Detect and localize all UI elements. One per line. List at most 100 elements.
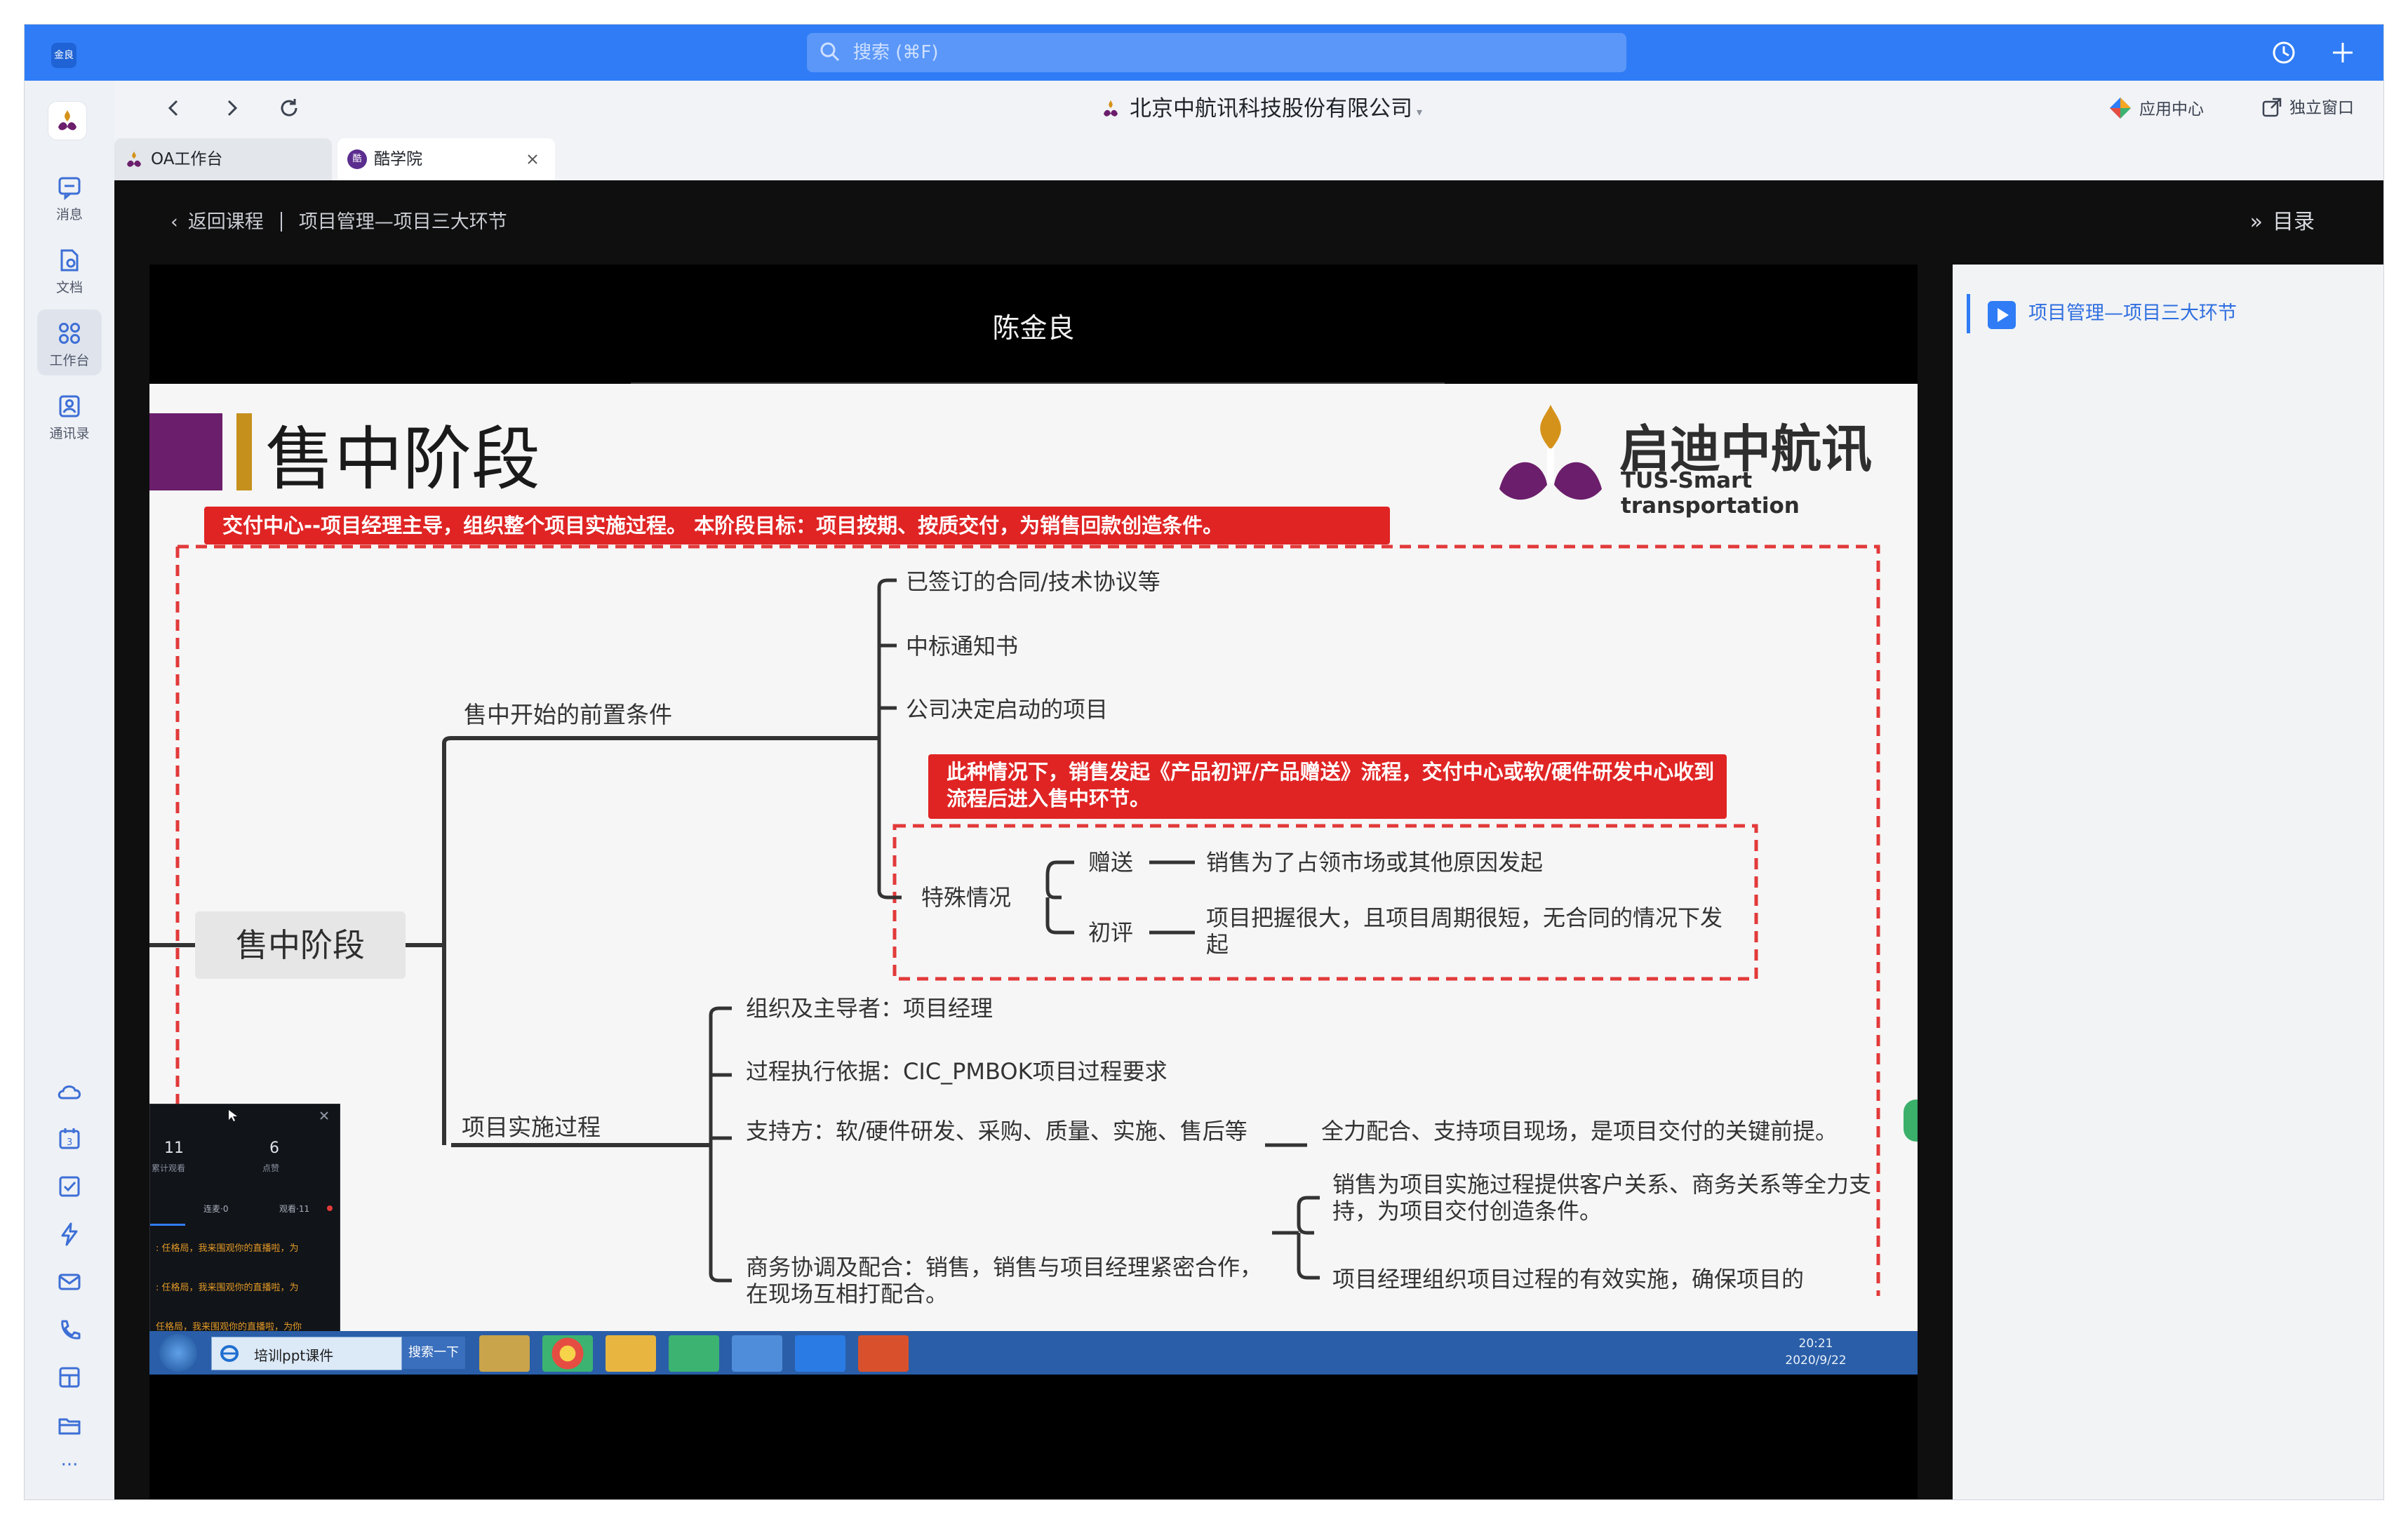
standalone-window-button[interactable]: 独立窗口 bbox=[2261, 96, 2354, 120]
history-icon[interactable] bbox=[2270, 39, 2298, 67]
viewer-count: 11 bbox=[164, 1139, 184, 1157]
taskbar-search-text: 培训ppt课件 bbox=[254, 1347, 334, 1364]
sidebar-item-label: 工作台 bbox=[49, 353, 90, 368]
special-item-desc: 销售为了占领市场或其他原因发起 bbox=[1206, 849, 1544, 876]
overlay-tab[interactable]: 观看·11 bbox=[279, 1203, 309, 1215]
back-to-course-link[interactable]: ‹ 返回课程 bbox=[170, 211, 264, 233]
powerpoint-icon[interactable] bbox=[858, 1335, 909, 1372]
impl-item: 过程执行依据：CIC_PMBOK项目过程要求 bbox=[746, 1058, 1168, 1085]
mindmap-root: 售中阶段 bbox=[195, 911, 406, 979]
branch-implementation: 项目实施过程 bbox=[462, 1114, 601, 1141]
company-logo-icon bbox=[1104, 100, 1118, 116]
workbench-icon bbox=[59, 323, 80, 344]
windows-taskbar: 培训ppt课件 搜索一下 20:21 2020/9/22 bbox=[149, 1331, 1918, 1375]
external-window-icon bbox=[2262, 98, 2282, 117]
sidebar-item-label: 通讯录 bbox=[49, 426, 90, 441]
presenter-name: 陈金良 bbox=[992, 313, 1075, 345]
presentation-slide: 售中阶段 启迪中航讯 TUS-Smart transportation 交付中心… bbox=[149, 384, 1918, 1373]
toc-active-bar bbox=[1967, 294, 1970, 333]
breadcrumb: ‹ 返回课程 项目管理—项目三大环节 bbox=[170, 208, 507, 236]
special-item-label: 赠送 bbox=[1088, 849, 1134, 876]
floating-share-handle[interactable] bbox=[1904, 1099, 1918, 1142]
play-icon bbox=[1988, 301, 2016, 329]
toc-toggle-button[interactable]: » 目录 bbox=[2250, 208, 2315, 236]
document-icon bbox=[60, 249, 79, 272]
sidebar-item-workbench[interactable]: 工作台 bbox=[37, 309, 102, 375]
calendar-app-icon[interactable] bbox=[795, 1335, 845, 1372]
sidebar-item-messages[interactable]: 消息 bbox=[37, 163, 102, 229]
cloud-icon[interactable] bbox=[55, 1077, 83, 1105]
start-button-icon[interactable] bbox=[159, 1334, 197, 1372]
app-center-label: 应用中心 bbox=[2139, 100, 2204, 119]
taskbar-search-field[interactable]: 培训ppt课件 bbox=[211, 1337, 402, 1370]
close-icon[interactable] bbox=[319, 1110, 330, 1121]
special-case-note: 此种情况下，销售发起《产品初评/产品赠送》流程，交付中心或软/硬件研发中心收到流… bbox=[928, 754, 1727, 819]
company-name: 北京中航讯科技股份有限公司 bbox=[1130, 96, 1412, 121]
cursor-icon bbox=[229, 1110, 237, 1121]
sidebar-item-contacts[interactable]: 通讯录 bbox=[37, 382, 102, 448]
refresh-icon[interactable] bbox=[277, 96, 301, 120]
message-icon bbox=[58, 177, 81, 201]
chat-message: : 任格局，我来围观你的直播啦，为 bbox=[156, 1243, 299, 1254]
chevron-down-icon: ▾ bbox=[1417, 105, 1423, 119]
back-label: 返回课程 bbox=[187, 211, 264, 233]
sidebar-item-label: 文档 bbox=[55, 280, 83, 295]
toc-label: 目录 bbox=[2273, 210, 2315, 234]
file-explorer-icon[interactable] bbox=[479, 1335, 530, 1372]
impl-item: 商务协调及配合：销售，销售与项目经理紧密合作，在现场互相打配合。 bbox=[746, 1254, 1263, 1307]
app-icon[interactable] bbox=[606, 1335, 656, 1372]
tab-oa-workbench[interactable]: OA工作台 bbox=[114, 138, 332, 180]
branch-special-case: 特殊情况 bbox=[921, 884, 1012, 911]
app-center-button[interactable]: 应用中心 bbox=[2108, 96, 2204, 121]
overlay-tab[interactable]: 连麦·0 bbox=[203, 1203, 228, 1215]
more-icon[interactable]: ··· bbox=[46, 1455, 93, 1476]
kuxueyuan-logo-icon: 酷 bbox=[347, 149, 367, 169]
calendar-icon[interactable]: 3 bbox=[55, 1125, 83, 1153]
brand-badge[interactable]: 金良 bbox=[51, 43, 76, 68]
global-search[interactable]: 搜索 (⌘F) bbox=[807, 33, 1626, 72]
search-placeholder: 搜索 (⌘F) bbox=[853, 42, 939, 63]
course-player: ‹ 返回课程项目管理—项目三大环节 » 目录 陈金良 售中阶段 启迪中航讯 TUS-… bbox=[114, 180, 2383, 1499]
toc-item[interactable]: 项目管理—项目三大环节 bbox=[1967, 293, 2360, 335]
live-dot bbox=[327, 1205, 333, 1211]
standalone-label: 独立窗口 bbox=[2289, 99, 2354, 117]
biz-desc: 销售为项目实施过程提供客户关系、商务关系等全力支持，为项目交付创造条件。 bbox=[1332, 1171, 1872, 1224]
taskbar-clock: 20:21 2020/9/22 bbox=[1763, 1335, 1868, 1369]
mail-icon[interactable] bbox=[55, 1268, 83, 1296]
forward-icon[interactable] bbox=[220, 96, 243, 120]
left-sidebar: 消息 文档 工作台 通讯录 3 ··· bbox=[25, 81, 115, 1499]
back-icon[interactable] bbox=[162, 96, 186, 120]
breadcrumb-divider bbox=[280, 212, 282, 232]
taskbar-search-button[interactable]: 搜索一下 bbox=[402, 1337, 465, 1369]
like-count: 6 bbox=[269, 1139, 279, 1157]
chat-message: : 任格局，我来围观你的直播啦，为 bbox=[156, 1283, 299, 1293]
task-check-icon[interactable] bbox=[55, 1172, 83, 1201]
phone-icon[interactable] bbox=[55, 1316, 83, 1344]
org-logo[interactable] bbox=[48, 102, 86, 140]
pre-item: 已签订的合同/技术协议等 bbox=[906, 568, 1160, 595]
video-frame[interactable]: 陈金良 售中阶段 启迪中航讯 TUS-Smart transportation … bbox=[149, 265, 1918, 1499]
sidebar-item-documents[interactable]: 文档 bbox=[37, 236, 102, 302]
chevron-left-icon: ‹ bbox=[170, 211, 178, 233]
folder-icon[interactable] bbox=[55, 1411, 83, 1439]
live-stats-overlay: 11 累计观看 6 点赞 连麦·0 观看·11 : 任格局，我来围观你的直播啦，… bbox=[149, 1104, 340, 1337]
company-switcher[interactable]: 北京中航讯科技股份有限公司 ▾ bbox=[1100, 93, 1422, 124]
lightning-icon[interactable] bbox=[55, 1220, 83, 1248]
impl-item: 支持方：软/硬件研发、采购、质量、实施、售后等 bbox=[746, 1118, 1248, 1144]
tab-kuxueyuan[interactable]: 酷 酷学院 bbox=[337, 138, 555, 180]
double-chevron-icon: » bbox=[2249, 210, 2263, 234]
pre-item: 公司决定启动的项目 bbox=[906, 696, 1109, 723]
messenger-icon[interactable] bbox=[732, 1335, 782, 1372]
clock-time: 20:21 bbox=[1798, 1337, 1833, 1351]
special-item-desc: 项目把握很大，且项目周期很短，无合同的情况下发起 bbox=[1206, 904, 1723, 958]
app-center-icon bbox=[2110, 98, 2131, 119]
close-icon[interactable] bbox=[526, 152, 540, 166]
active-tab-indicator bbox=[150, 1224, 185, 1226]
ie-browser-icon[interactable] bbox=[669, 1335, 719, 1372]
mindmap-connectors bbox=[149, 544, 1880, 1296]
chrome-icon[interactable] bbox=[542, 1335, 593, 1372]
like-count-label: 点赞 bbox=[262, 1163, 280, 1173]
add-icon[interactable] bbox=[2329, 39, 2357, 67]
oa-logo-icon bbox=[127, 152, 141, 167]
approval-icon[interactable] bbox=[55, 1363, 83, 1391]
